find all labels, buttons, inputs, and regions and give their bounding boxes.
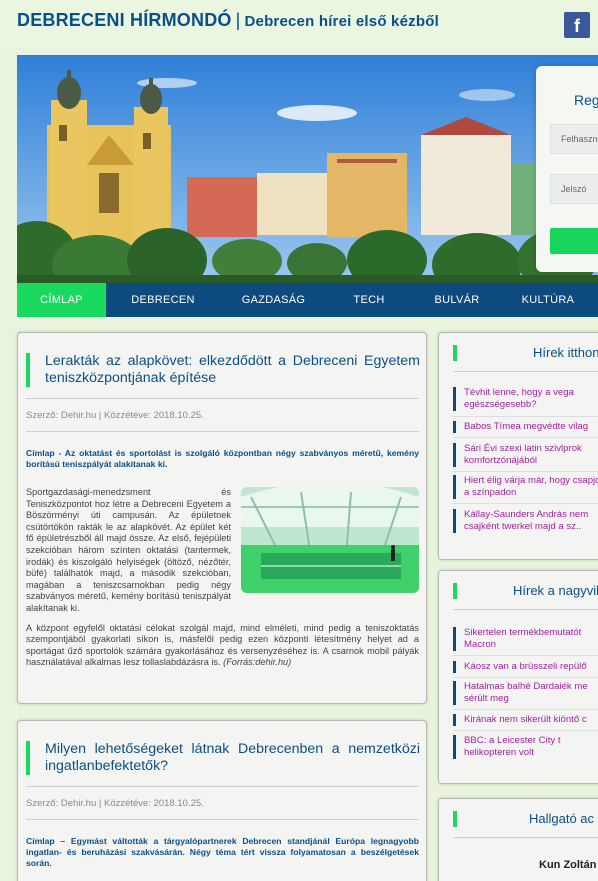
- hero-image: [17, 55, 598, 283]
- divider: [453, 730, 598, 731]
- news-link[interactable]: Káosz van a brüsszeli repülő: [453, 661, 598, 673]
- sidebar-home-news: Hírek itthon Tévhit lenne, hogy a vega e…: [438, 332, 598, 560]
- divider: [453, 471, 598, 472]
- nav-item-tech[interactable]: TECH: [327, 283, 411, 317]
- article-lead: Címlap - Az oktatást és sportolást is sz…: [26, 448, 419, 469]
- site-tagline: Debrecen hírei első kézből: [244, 13, 439, 30]
- article-body: Sportgazdasági-menedzsment és Teniszközp…: [26, 487, 419, 669]
- login-button[interactable]: [550, 228, 598, 254]
- divider: [453, 371, 598, 372]
- divider: [26, 431, 419, 432]
- article-lead: Címlap – Egymást váltották a tárgyalópar…: [26, 836, 419, 868]
- article-paragraph: Sportgazdasági-menedzsment és Teniszközp…: [26, 487, 231, 613]
- article-card: Milyen lehetőségeket látnak Debrecenben …: [17, 720, 427, 881]
- sidebar-student: Hallgató ac Kun Zoltán: [438, 798, 598, 881]
- nav-item-cimlap[interactable]: CÍMLAP: [17, 283, 106, 317]
- divider: [453, 837, 598, 838]
- news-link[interactable]: Hatalmas balhé Dardaiék me sérült meg: [453, 681, 598, 705]
- divider: [453, 709, 598, 710]
- news-link[interactable]: Babos Tímea megvédte vilag: [453, 421, 598, 433]
- news-link[interactable]: Hiert élig várja már, hogy csapjon a szí…: [453, 475, 598, 499]
- site-name: DEBRECENI HÍRMONDÓ: [17, 10, 232, 30]
- article-title[interactable]: Milyen lehetőségeket látnak Debrecenben …: [26, 741, 420, 775]
- divider: [26, 786, 419, 787]
- news-link[interactable]: Sikertelen termékbemutatót Macron: [453, 627, 598, 651]
- article-meta: Szerző: Dehir.hu | Közzétéve: 2018.10.25…: [26, 410, 204, 421]
- divider: [453, 437, 598, 438]
- news-link[interactable]: BBC: a Leicester City t helikopteren vol…: [453, 735, 598, 759]
- news-link[interactable]: Sári Évi szexi latin szivlprok komfortzó…: [453, 443, 598, 467]
- nav-item-gazdasag[interactable]: GAZDASÁG: [220, 283, 327, 317]
- news-link[interactable]: Kállay-Saunders András nem csajként twer…: [453, 509, 598, 533]
- username-input[interactable]: Felhaszn: [550, 124, 598, 154]
- student-name[interactable]: Kun Zoltán: [539, 859, 596, 871]
- nav-item-debrecen[interactable]: DEBRECEN: [106, 283, 220, 317]
- login-title: Reg: [574, 92, 598, 108]
- site-logo[interactable]: DEBRECENI HÍRMONDÓ | Debrecen hírei első k…: [17, 10, 439, 31]
- sidebar-heading: Hírek itthon: [453, 345, 598, 361]
- title-separator: |: [235, 10, 241, 30]
- facebook-icon[interactable]: f: [564, 12, 590, 38]
- tennis-hall-image[interactable]: [241, 487, 419, 593]
- divider: [453, 655, 598, 656]
- password-input[interactable]: Jelszó: [550, 174, 598, 204]
- divider: [26, 819, 419, 820]
- sidebar-heading: Hírek a nagyvilág: [453, 583, 598, 599]
- divider: [453, 416, 598, 417]
- article-meta: Szerző: Dehir.hu | Közzétéve: 2018.10.25…: [26, 798, 204, 809]
- login-panel: Reg Felhaszn Jelszó: [536, 66, 598, 272]
- article-source: (Forrás:dehir.hu): [223, 657, 292, 668]
- divider: [453, 503, 598, 504]
- divider: [453, 609, 598, 610]
- sidebar-world-news: Hírek a nagyvilág Sikertelen termékbemut…: [438, 570, 598, 784]
- news-link[interactable]: Tévhit lenne, hogy a vega egészségesebb?: [453, 387, 598, 411]
- nav-item-kultura[interactable]: KULTÚRA: [503, 283, 593, 317]
- divider: [26, 398, 419, 399]
- sidebar-heading: Hallgató ac: [453, 811, 598, 827]
- divider: [453, 677, 598, 678]
- article-title[interactable]: Lerakták az alapkövet: elkezdődött a Deb…: [26, 353, 420, 387]
- main-nav: CÍMLAP DEBRECEN GAZDASÁG TECH BULVÁR KUL…: [17, 283, 598, 317]
- nav-item-bulvar[interactable]: BULVÁR: [411, 283, 503, 317]
- article-card: Lerakták az alapkövet: elkezdődött a Deb…: [17, 332, 427, 704]
- site-header: DEBRECENI HÍRMONDÓ | Debrecen hírei első k…: [0, 0, 598, 48]
- news-link[interactable]: Kirának nem sikerült kiöntő c: [453, 714, 598, 726]
